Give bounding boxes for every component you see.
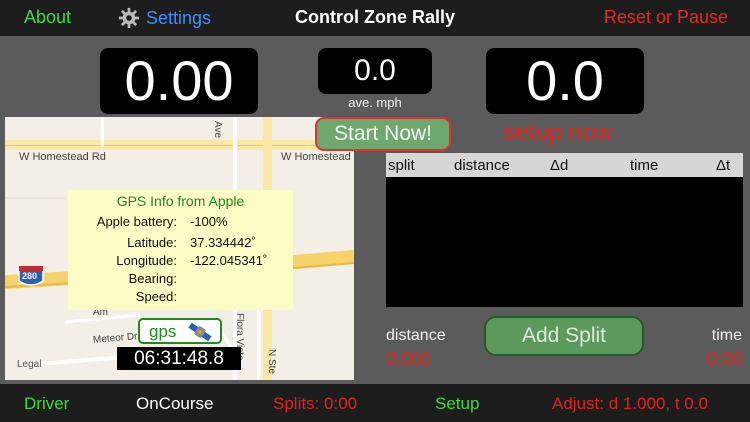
tab-driver[interactable]: Driver xyxy=(24,394,69,414)
gps-info-label: Longitude: xyxy=(116,253,177,268)
gps-clock: 06:31:48.8 xyxy=(117,347,241,370)
rally-app: About Settings Control Zone Rally Reset … xyxy=(0,0,750,422)
distance-readout: 0.00 xyxy=(100,48,258,114)
gear-icon xyxy=(118,7,140,29)
column-header: distance xyxy=(454,157,510,174)
bottom-tab-bar: Driver OnCourse Splits: 0:00 Setup Adjus… xyxy=(0,384,750,422)
tab-adjust[interactable]: Adjust: d 1.000, t 0.0 xyxy=(552,394,708,414)
tab-splits[interactable]: Splits: 0:00 xyxy=(273,394,357,414)
map-label-homestead-left: W Homestead Rd xyxy=(19,151,106,163)
about-button[interactable]: About xyxy=(24,7,71,28)
tab-oncourse[interactable]: OnCourse xyxy=(136,394,213,414)
split-distance-value: 0.000 xyxy=(386,349,432,369)
column-header: time xyxy=(630,157,659,174)
top-nav-bar: About Settings Control Zone Rally Reset … xyxy=(0,0,750,36)
gps-info-value: -122.045341˚ xyxy=(190,253,268,268)
gps-info-value: -100% xyxy=(190,214,228,229)
column-header: Δd xyxy=(550,157,569,174)
splits-table-header: split distance Δd time Δt xyxy=(386,153,743,177)
map-label-ave: Ave xyxy=(212,121,223,139)
gps-info-panel: GPS Info from Apple Apple battery: -100%… xyxy=(68,190,293,310)
speed-readout: 0.0 xyxy=(318,48,432,94)
add-split-button[interactable]: Add Split xyxy=(484,316,644,356)
splits-table: split distance Δd time Δt xyxy=(386,153,743,307)
map-label-nste: N Ste xyxy=(266,349,277,375)
gps-status-badge[interactable]: gps xyxy=(138,318,222,344)
gps-info-label: Bearing: xyxy=(128,271,177,286)
gps-info-label: Speed: xyxy=(135,289,177,304)
map-label-homestead-right: W Homestead xyxy=(281,151,351,163)
column-header: split xyxy=(388,157,415,174)
reset-pause-button[interactable]: Reset or Pause xyxy=(604,7,728,28)
split-distance-label: distance xyxy=(386,327,446,344)
column-header: Δt xyxy=(716,157,731,174)
gps-info-title: GPS Info from Apple xyxy=(116,193,245,209)
split-time-label: time xyxy=(711,327,742,344)
gps-info-value: 37.334442˚ xyxy=(190,235,256,250)
tab-setup[interactable]: Setup xyxy=(435,394,479,414)
gps-badge-label: gps xyxy=(149,322,177,341)
map-highway-number: 280 xyxy=(22,271,38,281)
settings-button[interactable]: Settings xyxy=(118,7,211,29)
settings-label: Settings xyxy=(146,7,212,28)
time-readout: 0.0 xyxy=(486,48,644,114)
map-legal-link[interactable]: Legal xyxy=(17,359,41,370)
gps-info-label: Latitude: xyxy=(127,235,177,250)
speed-unit-label: ave. mph xyxy=(348,95,402,110)
start-now-button[interactable]: Start Now! xyxy=(315,117,451,151)
setup-now-warning[interactable]: setup now xyxy=(503,119,612,147)
split-time-value: 0:00 xyxy=(706,349,742,369)
satellite-icon xyxy=(188,322,212,342)
gps-info-label: Apple battery: xyxy=(96,214,177,229)
